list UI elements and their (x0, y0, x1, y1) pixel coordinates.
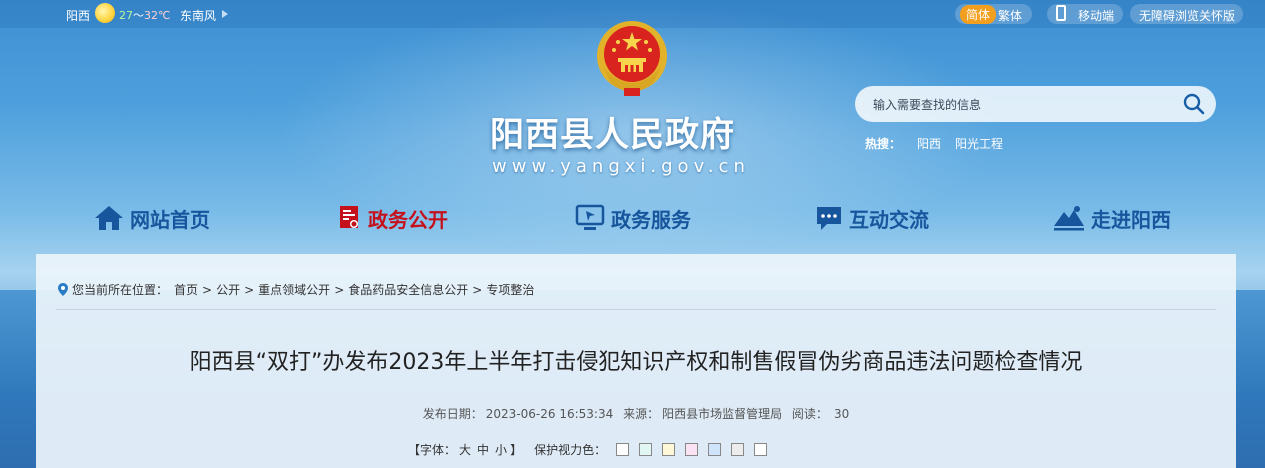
views-label: 阅读： (791, 407, 828, 421)
weather-wind: 东南风 (180, 9, 217, 23)
weather-temperature: 27～32℃ (119, 7, 170, 23)
accessibility-link[interactable]: 无障碍浏览关怀版 (1139, 7, 1235, 24)
search-icon[interactable] (1182, 92, 1206, 116)
font-small-button[interactable]: 小 (495, 441, 507, 458)
phone-icon (1056, 5, 1066, 21)
site-url: www.yangxi.gov.cn (492, 156, 750, 177)
eye-color-swatch[interactable] (754, 443, 768, 456)
document-icon (340, 206, 358, 228)
nav-home[interactable]: 网站首页 (94, 201, 210, 235)
hot-search-label: 热搜： (865, 137, 902, 151)
reading-tools: 【字体： 大 中 小 】 保护视力色： (408, 441, 768, 458)
publish-date: 2023-06-26 16:53:34 (485, 407, 614, 421)
font-large-button[interactable]: 大 (459, 441, 471, 458)
font-size-end: 】 (510, 443, 523, 457)
eye-color-swatch[interactable] (616, 443, 630, 456)
breadcrumb-prefix: 您当前所在位置： (72, 283, 169, 297)
lang-traditional-button[interactable]: 繁体 (998, 7, 1022, 24)
temp-sep: ～ (133, 9, 144, 22)
article-title: 阳西县“双打”办发布2023年上半年打击侵犯知识产权和制售假冒伪劣商品违法问题检… (189, 350, 1083, 375)
breadcrumb-item[interactable]: 重点领域公开 (258, 283, 330, 297)
nav-government-services[interactable]: 政务服务 (575, 201, 691, 235)
lang-simplified-button[interactable]: 简体 (960, 5, 997, 24)
hot-search: 热搜： 阳西 阳光工程 (865, 135, 1017, 152)
hot-search-item[interactable]: 阳西 (917, 137, 941, 151)
content-panel: 您当前所在位置： 首页 > 公开 > 重点领域公开 > 食品药品安全信息公开 > 专项整治 阳西县… (36, 254, 1236, 468)
breadcrumb-item[interactable]: 公开 (216, 283, 240, 297)
nav-about-yangxi[interactable]: 走进阳西 (1053, 201, 1171, 235)
weather-city: 阳西 (66, 9, 91, 23)
search-box (855, 86, 1216, 122)
source-value: 阳西县市场监督管理局 (662, 407, 783, 421)
home-icon (95, 206, 123, 230)
sun-icon (95, 3, 115, 23)
breadcrumb-separator: > (202, 283, 213, 297)
nav-label: 互动交流 (849, 207, 929, 232)
nav-label: 网站首页 (130, 207, 210, 232)
mobile-link[interactable]: 移动端 (1078, 7, 1114, 24)
breadcrumb-item[interactable]: 专项整治 (486, 283, 534, 297)
nav-government-affairs[interactable]: 政务公开 (338, 201, 448, 235)
publish-label: 发布日期： (422, 407, 483, 421)
font-size-label: 【字体： (408, 443, 457, 457)
temp-low: 27 (119, 9, 133, 22)
font-medium-button[interactable]: 中 (477, 441, 489, 458)
eye-care-label: 保护视力色： (534, 443, 607, 457)
eye-color-swatch[interactable] (662, 443, 676, 456)
monitor-icon (575, 204, 605, 230)
breadcrumb-separator: > (244, 283, 255, 297)
breadcrumb: 您当前所在位置： 首页 > 公开 > 重点领域公开 > 食品药品安全信息公开 > 专项整治 (58, 281, 534, 298)
breadcrumb-separator: > (334, 283, 345, 297)
hot-search-item[interactable]: 阳光工程 (955, 137, 1003, 151)
nav-label: 走进阳西 (1091, 207, 1171, 232)
national-emblem-icon (597, 21, 667, 96)
nav-interaction[interactable]: 互动交流 (815, 201, 929, 235)
nav-label: 政务公开 (368, 207, 448, 232)
eye-color-swatch[interactable] (685, 443, 699, 456)
article-meta: 发布日期： 2023-06-26 16:53:34 来源： 阳西县市场监督管理局 阅… (36, 405, 1236, 422)
location-pin-icon (58, 283, 68, 296)
views-count: 30 (833, 407, 850, 421)
site-title: 阳西县人民政府 (490, 115, 735, 155)
nav-label: 政务服务 (611, 207, 691, 232)
breadcrumb-item[interactable]: 首页 (174, 283, 198, 297)
eye-color-swatch[interactable] (731, 443, 745, 456)
mountain-icon (1054, 206, 1084, 231)
arrow-right-icon (222, 10, 228, 18)
breadcrumb-separator: > (472, 283, 483, 297)
divider (56, 309, 1216, 310)
temp-high: 32℃ (144, 9, 171, 22)
breadcrumb-item[interactable]: 食品药品安全信息公开 (348, 283, 468, 297)
source-label: 来源： (623, 407, 660, 421)
search-input[interactable] (871, 94, 1175, 116)
eye-color-swatch[interactable] (708, 443, 722, 456)
eye-color-swatch[interactable] (639, 443, 653, 456)
chat-icon (817, 207, 841, 230)
